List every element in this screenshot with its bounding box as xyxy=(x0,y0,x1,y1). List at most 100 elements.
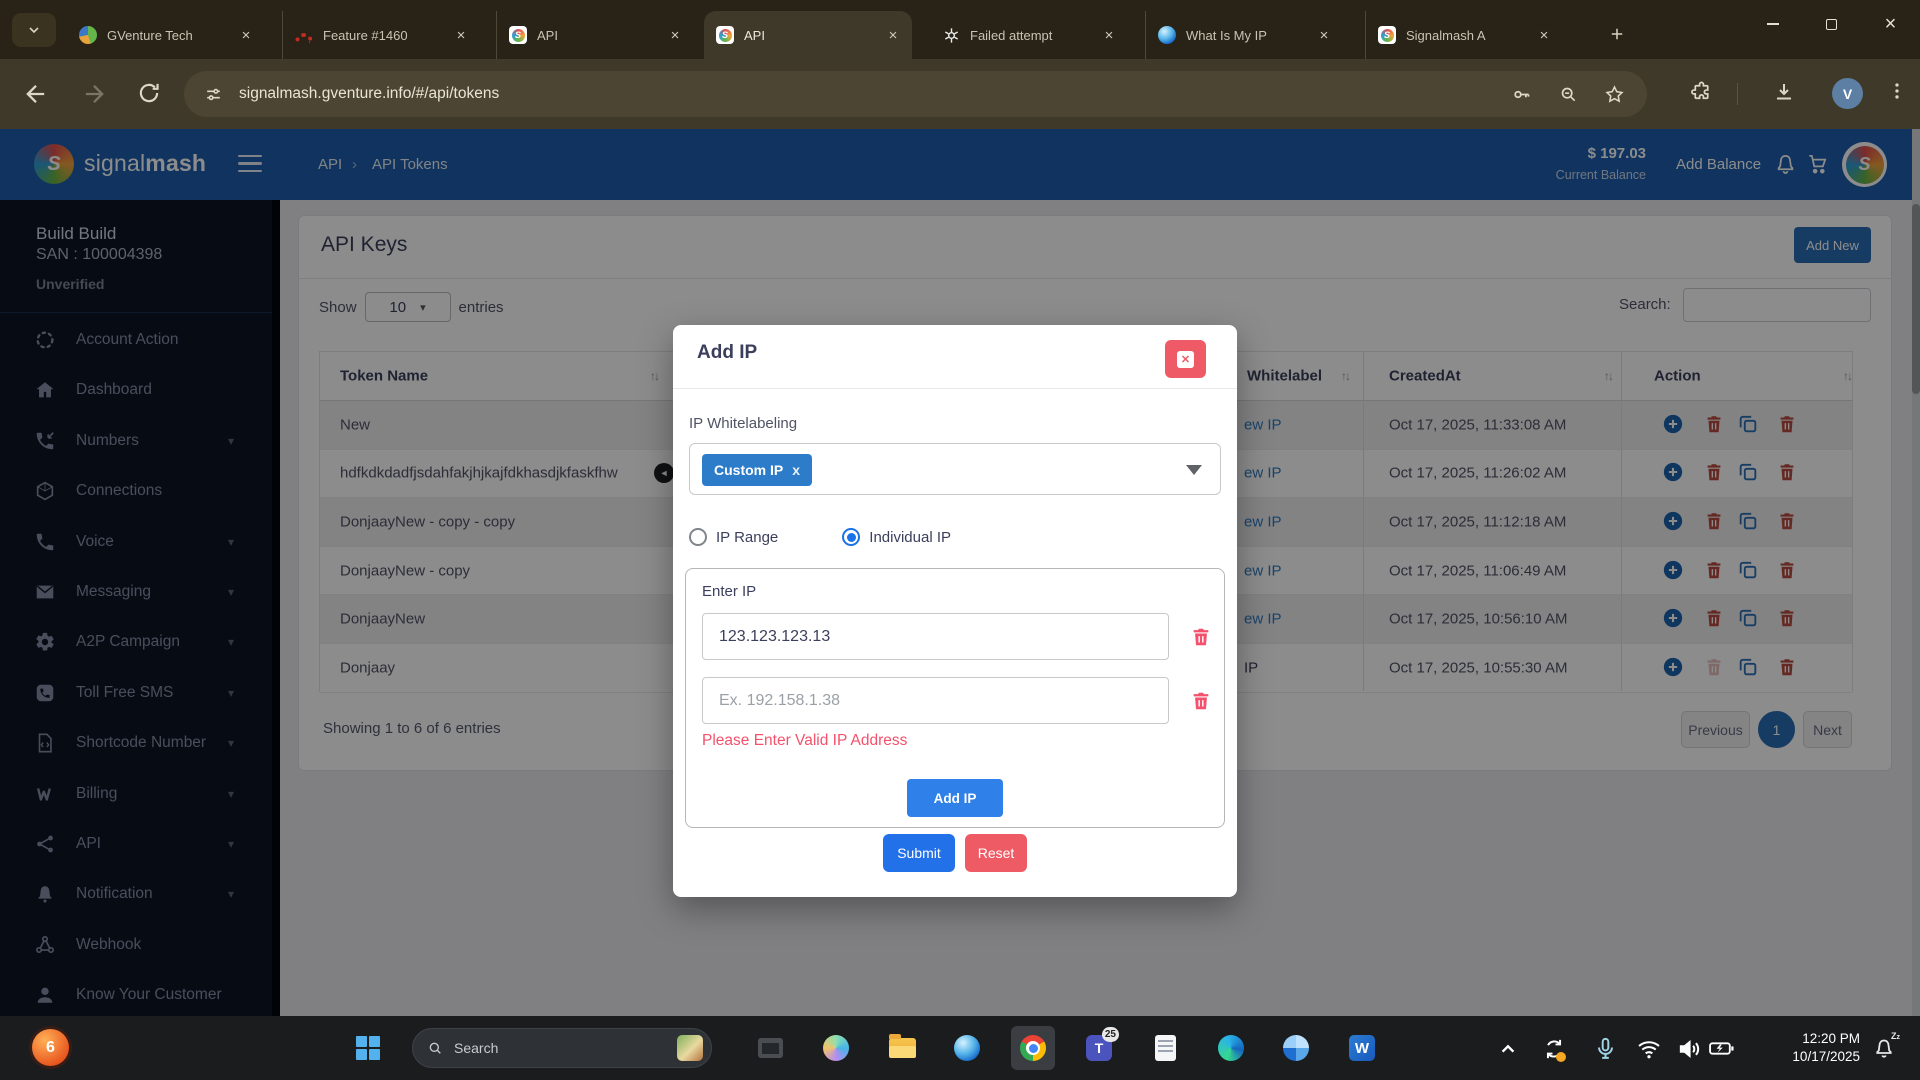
tab-title: API xyxy=(744,28,884,43)
browser-toolbar: signalmash.gventure.info/#/api/tokens V xyxy=(0,59,1920,129)
radio-checked-icon xyxy=(842,528,860,546)
chrome-icon xyxy=(1020,1035,1046,1061)
radio-unchecked-icon xyxy=(689,528,707,546)
copilot-icon xyxy=(823,1035,849,1061)
tab-signalmash[interactable]: Signalmash A × xyxy=(1365,11,1563,59)
address-bar[interactable]: signalmash.gventure.info/#/api/tokens xyxy=(184,71,1647,117)
close-icon: ✕ xyxy=(1177,351,1194,368)
minimize-button[interactable] xyxy=(1743,0,1802,48)
search-placeholder: Search xyxy=(454,1040,677,1056)
reset-button[interactable]: Reset xyxy=(965,834,1027,872)
modal-title: Add IP xyxy=(697,342,757,364)
chevron-down-icon xyxy=(26,22,42,38)
photos-icon xyxy=(1283,1035,1309,1061)
back-button[interactable] xyxy=(22,80,50,108)
search-highlight-thumbnail[interactable] xyxy=(677,1035,703,1061)
teams-unread-badge: 25 xyxy=(1102,1027,1119,1042)
taskbar-app-edge[interactable] xyxy=(1209,1026,1253,1070)
site-settings-icon[interactable] xyxy=(204,85,223,104)
ip-whitelabeling-label: IP Whitelabeling xyxy=(689,415,797,432)
extensions-icon[interactable] xyxy=(1690,80,1713,103)
tab-title: Feature #1460 xyxy=(323,28,452,43)
url-text[interactable]: signalmash.gventure.info/#/api/tokens xyxy=(239,85,1511,103)
tab-what-is-my-ip[interactable]: What Is My IP × xyxy=(1145,11,1343,59)
tab-close-icon[interactable]: × xyxy=(1100,26,1118,44)
tab-close-icon[interactable]: × xyxy=(1535,26,1553,44)
battery-icon[interactable] xyxy=(1708,1036,1734,1062)
close-window-button[interactable]: × xyxy=(1861,0,1920,48)
taskbar-clock[interactable]: 12:20 PM 10/17/2025 xyxy=(1766,1030,1860,1066)
ip-input-2[interactable] xyxy=(702,677,1169,724)
taskbar-app-notepad[interactable] xyxy=(1143,1026,1187,1070)
tab-close-icon[interactable]: × xyxy=(237,26,255,44)
toolbar-divider xyxy=(1737,83,1738,105)
window-controls: × xyxy=(1743,0,1920,48)
whitelabeling-select[interactable]: Custom IP x xyxy=(689,443,1221,495)
notepad-icon xyxy=(1155,1035,1176,1061)
tab-api-active[interactable]: API × xyxy=(704,11,912,59)
forward-button[interactable] xyxy=(80,80,108,108)
zoom-out-icon[interactable] xyxy=(1558,84,1578,104)
tab-close-icon[interactable]: × xyxy=(884,26,902,44)
chip-remove-icon[interactable]: x xyxy=(792,462,800,478)
maximize-button[interactable] xyxy=(1802,0,1861,48)
web-page: signalmash API › API Tokens $ 197.03 Cur… xyxy=(0,129,1920,1016)
notification-bell-snooze-icon[interactable]: Zz xyxy=(1872,1036,1898,1062)
chatgpt-favicon xyxy=(942,26,960,44)
tab-failed-attempt[interactable]: Failed attempt × xyxy=(930,11,1128,59)
browser-tab-strip: GVenture Tech × Feature #1460 × API × AP… xyxy=(0,0,1920,59)
password-key-icon[interactable] xyxy=(1511,84,1532,105)
search-icon xyxy=(427,1040,443,1056)
ip-validation-error: Please Enter Valid IP Address xyxy=(702,732,907,750)
tab-close-icon[interactable]: × xyxy=(666,26,684,44)
profile-initial: V xyxy=(1843,86,1852,102)
start-button[interactable] xyxy=(346,1026,390,1070)
taskbar-app-chrome[interactable] xyxy=(1011,1026,1055,1070)
notification-count-badge[interactable]: 6 xyxy=(32,1029,69,1066)
ip-type-radio-group: IP Range Individual IP xyxy=(689,527,951,547)
tray-chevron-up-icon[interactable] xyxy=(1495,1036,1521,1062)
individual-ip-radio[interactable]: Individual IP xyxy=(842,528,951,546)
tab-api-1[interactable]: API × xyxy=(496,11,694,59)
taskbar-app-teams[interactable]: T25 xyxy=(1077,1026,1121,1070)
taskbar-app-copilot[interactable] xyxy=(814,1026,858,1070)
tab-gventure[interactable]: GVenture Tech × xyxy=(67,11,265,59)
remove-ip-row-icon[interactable] xyxy=(1190,626,1212,648)
enter-ip-panel: Enter IP Please Enter Valid IP Address A… xyxy=(685,568,1225,828)
ip-range-radio[interactable]: IP Range xyxy=(689,528,778,546)
taskbar: 6 Search T25W 12:20 PM xyxy=(0,1016,1920,1080)
plus-icon xyxy=(1608,25,1626,43)
browser-menu-kebab-icon[interactable] xyxy=(1886,80,1908,102)
desktop-icon xyxy=(758,1038,783,1058)
tab-close-icon[interactable]: × xyxy=(452,26,470,44)
tab-close-icon[interactable]: × xyxy=(1315,26,1333,44)
microphone-icon[interactable] xyxy=(1593,1036,1619,1062)
tab-search-button[interactable] xyxy=(12,13,56,47)
chip-label: Custom IP xyxy=(714,462,783,478)
taskbar-app-globe-browser[interactable] xyxy=(945,1026,989,1070)
taskbar-search[interactable]: Search xyxy=(412,1028,712,1068)
taskbar-app-photos[interactable] xyxy=(1274,1026,1318,1070)
volume-icon[interactable] xyxy=(1676,1036,1702,1062)
taskbar-app-file-explorer[interactable] xyxy=(880,1026,924,1070)
downloads-icon[interactable] xyxy=(1772,80,1796,104)
globe-browser-icon xyxy=(954,1035,980,1061)
tab-feature-1460[interactable]: Feature #1460 × xyxy=(282,11,480,59)
add-ip-button[interactable]: Add IP xyxy=(907,779,1003,817)
new-tab-button[interactable] xyxy=(1600,17,1634,51)
edge-icon xyxy=(1218,1035,1244,1061)
redmine-favicon xyxy=(295,33,313,43)
reload-button[interactable] xyxy=(136,80,164,108)
sync-alert-dot xyxy=(1556,1052,1566,1062)
ip-input-1[interactable] xyxy=(702,613,1169,660)
modal-divider xyxy=(673,388,1237,389)
browser-profile-avatar[interactable]: V xyxy=(1832,78,1863,109)
taskbar-app-word[interactable]: W xyxy=(1340,1026,1384,1070)
modal-close-button[interactable]: ✕ xyxy=(1165,340,1206,378)
taskbar-app-desktop[interactable] xyxy=(748,1026,792,1070)
sync-icon[interactable] xyxy=(1541,1036,1567,1062)
wifi-icon[interactable] xyxy=(1636,1036,1662,1062)
submit-button[interactable]: Submit xyxy=(883,834,955,872)
bookmark-star-icon[interactable] xyxy=(1604,84,1625,105)
remove-ip-row-icon[interactable] xyxy=(1190,690,1212,712)
